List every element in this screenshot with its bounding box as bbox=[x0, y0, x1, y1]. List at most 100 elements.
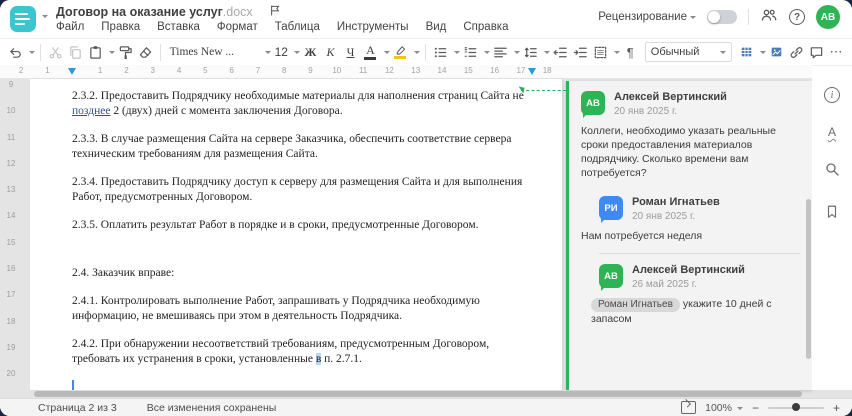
paragraph: 2.4.1. Контролировать выполнение Работ, … bbox=[72, 295, 480, 322]
app-logo-icon[interactable] bbox=[10, 6, 36, 32]
underline-button[interactable]: Ч bbox=[341, 41, 360, 63]
info-icon[interactable]: i bbox=[824, 87, 840, 103]
zoom-slider[interactable] bbox=[767, 403, 824, 411]
divider bbox=[748, 9, 749, 25]
clear-formatting-button[interactable] bbox=[136, 41, 155, 63]
paste-caret-icon[interactable] bbox=[108, 51, 115, 57]
copy-button[interactable] bbox=[66, 41, 85, 63]
chevron-down-icon bbox=[264, 51, 271, 57]
increase-indent-button[interactable] bbox=[571, 41, 590, 63]
insert-link-button[interactable] bbox=[787, 41, 806, 63]
numbered-list-button[interactable] bbox=[461, 41, 480, 63]
favorite-flag-icon[interactable] bbox=[269, 4, 281, 20]
menu-item[interactable]: Формат bbox=[217, 21, 258, 33]
zoom-out-button[interactable]: − bbox=[752, 401, 759, 415]
font-color-button[interactable]: А bbox=[361, 41, 380, 63]
align-button[interactable] bbox=[491, 41, 510, 63]
undo-caret-icon[interactable] bbox=[29, 51, 35, 57]
spellcheck-icon[interactable]: А bbox=[828, 125, 836, 139]
ruler-number: 9 bbox=[8, 80, 14, 89]
user-avatar[interactable]: АВ bbox=[816, 5, 840, 29]
menu-item[interactable]: Вид bbox=[426, 21, 447, 33]
paragraph-style-select[interactable]: Обычный bbox=[644, 42, 732, 62]
comment-reply[interactable]: АВ Алексей Вертинский 26 май 2025 г. Ром… bbox=[591, 264, 800, 326]
ruler-number: 6 bbox=[229, 66, 234, 75]
comment-date: 20 янв 2025 г. bbox=[632, 211, 696, 222]
highlight-caret-icon[interactable] bbox=[413, 51, 420, 57]
comment[interactable]: АВ Алексей Вертинский 20 янв 2025 г. Кол… bbox=[581, 91, 800, 180]
menu-item[interactable]: Правка bbox=[101, 21, 140, 33]
review-mode-dropdown[interactable]: Рецензирование bbox=[598, 11, 696, 23]
undo-button[interactable] bbox=[6, 41, 25, 63]
zoom-level[interactable]: 100% bbox=[705, 402, 732, 414]
page-indicator[interactable]: Страница 2 из 3 bbox=[38, 402, 117, 414]
paragraph-borders-button[interactable] bbox=[591, 41, 610, 63]
comment-avatar: АВ bbox=[599, 264, 623, 291]
ruler-number: 1 bbox=[97, 66, 103, 75]
align-caret-icon[interactable] bbox=[513, 51, 520, 57]
vertical-scrollbar[interactable] bbox=[806, 199, 811, 359]
menu-item[interactable]: Вставка bbox=[157, 21, 200, 33]
indent-marker-right-icon[interactable] bbox=[528, 68, 536, 78]
ruler-number: 13 bbox=[6, 185, 16, 195]
font-name-select[interactable]: Times New ... bbox=[166, 46, 271, 58]
search-icon[interactable] bbox=[824, 161, 840, 182]
ruler-number: 3 bbox=[150, 66, 155, 75]
font-size-select[interactable]: 12 bbox=[272, 45, 300, 59]
insert-image-button[interactable] bbox=[767, 41, 786, 63]
cut-button[interactable] bbox=[46, 41, 65, 63]
divider bbox=[40, 43, 41, 61]
fit-to-width-icon[interactable] bbox=[681, 401, 697, 414]
comment-avatar: РИ bbox=[599, 196, 623, 223]
decrease-indent-button[interactable] bbox=[551, 41, 570, 63]
show-paragraph-marks-button[interactable]: ¶ bbox=[621, 41, 640, 63]
zoom-slider-handle[interactable] bbox=[791, 403, 800, 411]
bookmark-icon[interactable] bbox=[825, 204, 839, 224]
help-icon[interactable]: ? bbox=[789, 9, 805, 25]
ruler-margin-numbers: 21 bbox=[8, 66, 61, 77]
indent-marker-left-icon[interactable] bbox=[68, 68, 76, 78]
numbered-list-caret-icon[interactable] bbox=[483, 51, 490, 57]
italic-button[interactable]: К bbox=[321, 41, 340, 63]
zoom-in-button[interactable]: + bbox=[833, 401, 840, 415]
menu-item[interactable]: Справка bbox=[463, 21, 508, 33]
toolbar-more-button[interactable]: ⋯ bbox=[827, 41, 846, 63]
ruler-number: 2 bbox=[18, 66, 24, 75]
collaborators-icon[interactable] bbox=[760, 7, 778, 28]
bullet-list-button[interactable] bbox=[431, 41, 450, 63]
paragraph-borders-caret-icon[interactable] bbox=[613, 51, 620, 57]
menu-item[interactable]: Файл bbox=[56, 21, 84, 33]
font-color-caret-icon[interactable] bbox=[383, 51, 390, 57]
bullet-list-caret-icon[interactable] bbox=[453, 51, 460, 57]
ruler-number: 10 bbox=[332, 66, 342, 75]
line-spacing-button[interactable] bbox=[521, 41, 540, 63]
highlight-color-button[interactable] bbox=[391, 41, 410, 63]
divider bbox=[424, 43, 426, 61]
menu-item[interactable]: Инструменты bbox=[337, 21, 409, 33]
comment-text: Коллеги, необходимо указать реальные сро… bbox=[581, 125, 776, 179]
menu-item[interactable]: Таблица bbox=[275, 21, 320, 33]
ruler-number: 14 bbox=[6, 211, 16, 221]
zoom-caret-icon[interactable] bbox=[736, 406, 743, 413]
comment-date: 20 янв 2025 г. bbox=[614, 106, 678, 117]
bold-button[interactable]: Ж bbox=[301, 41, 320, 63]
save-status: Все изменения сохранены bbox=[146, 401, 277, 414]
paste-button[interactable] bbox=[86, 41, 105, 63]
format-painter-button[interactable] bbox=[116, 41, 135, 63]
mention-chip[interactable]: Роман Игнатьев bbox=[591, 298, 680, 312]
review-toggle[interactable] bbox=[707, 10, 737, 24]
horizontal-scrollbar[interactable] bbox=[34, 391, 802, 397]
line-spacing-caret-icon[interactable] bbox=[543, 51, 550, 57]
logo-menu-caret-icon[interactable] bbox=[42, 15, 48, 21]
menu-bar: Файл Правка Вставка Формат Таблица Инструмент… bbox=[56, 21, 509, 33]
ruler-number: 1 bbox=[45, 66, 50, 75]
insert-comment-button[interactable] bbox=[807, 41, 826, 63]
comments-panel[interactable]: АВ Алексей Вертинский 20 янв 2025 г. Кол… bbox=[566, 81, 812, 390]
ruler-number: 11 bbox=[6, 132, 16, 142]
horizontal-ruler[interactable]: 21 1 2 3 4 5 6 7 8 9 10 11 12 13 14 15 16 17 18 bbox=[0, 65, 812, 79]
comment-reply[interactable]: РИ Роман Игнатьев 20 янв 2025 г. Нам пот… bbox=[581, 196, 800, 243]
vertical-ruler[interactable]: 9 10 11 12 13 14 15 16 17 18 19 20 bbox=[0, 79, 30, 398]
document-page[interactable]: 2.3.2. Предоставить Подрядчику необходим… bbox=[30, 79, 562, 390]
insert-table-button[interactable] bbox=[737, 41, 756, 63]
insert-table-caret-icon[interactable] bbox=[759, 51, 766, 57]
